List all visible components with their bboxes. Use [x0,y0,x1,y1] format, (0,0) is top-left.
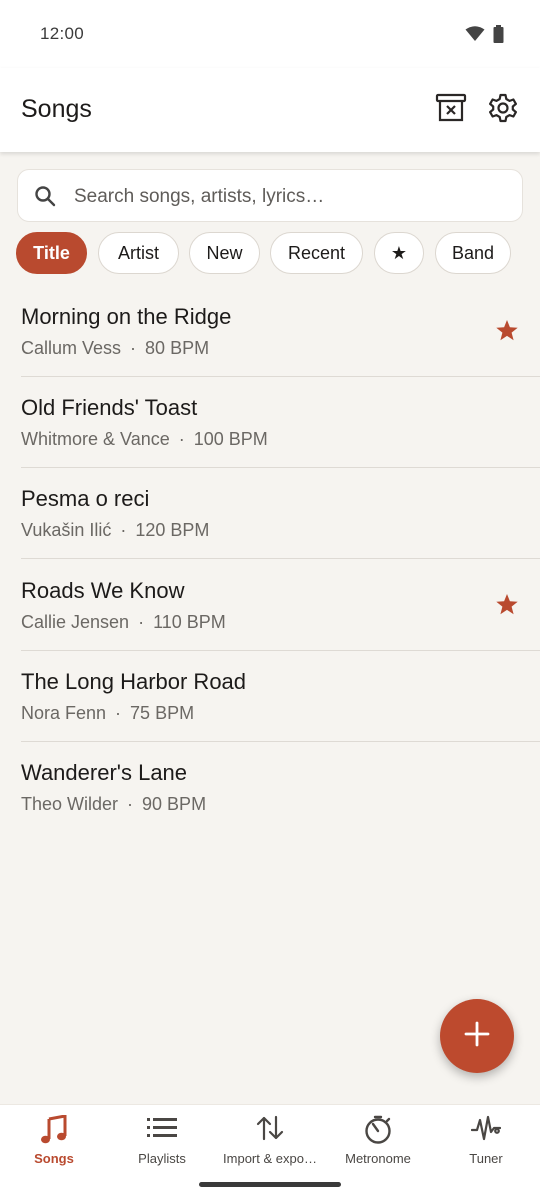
chip-recent[interactable]: Recent [270,232,363,274]
nav-label: Import & expo… [223,1151,317,1166]
song-bpm: 90 BPM [142,794,207,814]
star-icon[interactable] [495,593,519,621]
song-artist: Whitmore & Vance [21,429,170,449]
song-subtitle: Callie Jensen · 110 BPM [21,612,226,633]
song-artist: Nora Fenn [21,703,107,723]
song-row[interactable]: Pesma o reci Vukašin Ilić · 120 BPM [0,468,540,559]
song-subtitle: Theo Wilder · 90 BPM [21,794,206,815]
song-row[interactable]: Wanderer's Lane Theo Wilder · 90 BPM [0,742,540,833]
song-row[interactable]: Old Friends' Toast Whitmore & Vance · 100 … [0,377,540,468]
song-bpm: 110 BPM [153,612,226,632]
list-icon [147,1115,177,1144]
song-artist: Vukašin Ilić [21,520,112,540]
song-row[interactable]: Roads We Know Callie Jensen · 110 BPM [0,560,540,651]
song-title: Pesma o reci [21,486,150,511]
song-bpm: 100 BPM [193,429,268,449]
song-artist: Callum Vess [21,338,122,358]
music-note-icon [40,1114,68,1150]
add-song-button[interactable] [440,999,514,1073]
song-subtitle: Callum Vess · 80 BPM [21,338,209,359]
song-title: Old Friends' Toast [21,395,198,420]
song-title: Roads We Know [21,578,185,603]
separator: · [138,612,145,632]
song-artist: Theo Wilder [21,794,119,814]
wifi-icon [465,26,485,47]
battery-icon [493,25,504,48]
search-bar[interactable] [17,169,523,223]
import-export-icon [255,1115,285,1146]
nav-label: Metronome [345,1151,411,1166]
song-bpm: 75 BPM [130,703,195,723]
settings-button[interactable] [483,90,523,130]
chip-title[interactable]: Title [16,232,87,274]
nav-label: Playlists [138,1151,186,1166]
settings-icon [487,92,519,129]
tuner-icon [470,1115,502,1148]
song-row[interactable]: Morning on the Ridge Callum Vess · 80 BPM [0,286,540,377]
separator: · [130,338,137,358]
status-bar: 12:00 [0,0,540,68]
status-time: 12:00 [40,24,85,43]
song-bpm: 80 BPM [145,338,210,358]
nav-songs[interactable]: Songs [0,1105,108,1185]
chip-artist[interactable]: Artist [98,232,179,274]
chip-starred[interactable]: ★ [374,232,424,274]
status-icons [465,25,504,48]
separator: · [115,703,122,723]
page-title: Songs [21,95,92,123]
nav-tuner[interactable]: Tuner [432,1105,540,1185]
separator: · [178,429,185,449]
home-indicator [199,1182,341,1187]
song-title: Wanderer's Lane [21,760,188,785]
search-input[interactable] [72,170,516,223]
song-subtitle: Nora Fenn · 75 BPM [21,703,194,724]
song-artist: Callie Jensen [21,612,130,632]
archive-button[interactable] [431,90,471,130]
song-subtitle: Whitmore & Vance · 100 BPM [21,429,268,450]
song-bpm: 120 BPM [135,520,210,540]
chip-band[interactable]: Band [435,232,511,274]
chip-new[interactable]: New [189,232,260,274]
divider [21,558,540,559]
song-title: The Long Harbor Road [21,669,247,694]
song-title: Morning on the Ridge [21,304,232,329]
separator: · [120,520,127,540]
search-icon [34,185,56,212]
nav-playlists[interactable]: Playlists [108,1105,216,1185]
nav-label: Songs [34,1151,74,1166]
metronome-icon [363,1115,393,1150]
song-row[interactable]: The Long Harbor Road Nora Fenn · 75 BPM [0,651,540,742]
nav-metronome[interactable]: Metronome [324,1105,432,1185]
star-icon[interactable] [495,319,519,347]
song-subtitle: Vukašin Ilić · 120 BPM [21,520,209,541]
archive-x-icon [435,93,467,128]
plus-icon [463,1020,491,1053]
nav-import-export[interactable]: Import & expo… [216,1105,324,1185]
separator: · [127,794,134,814]
app-bar: Songs [0,68,540,152]
nav-label: Tuner [469,1151,503,1166]
